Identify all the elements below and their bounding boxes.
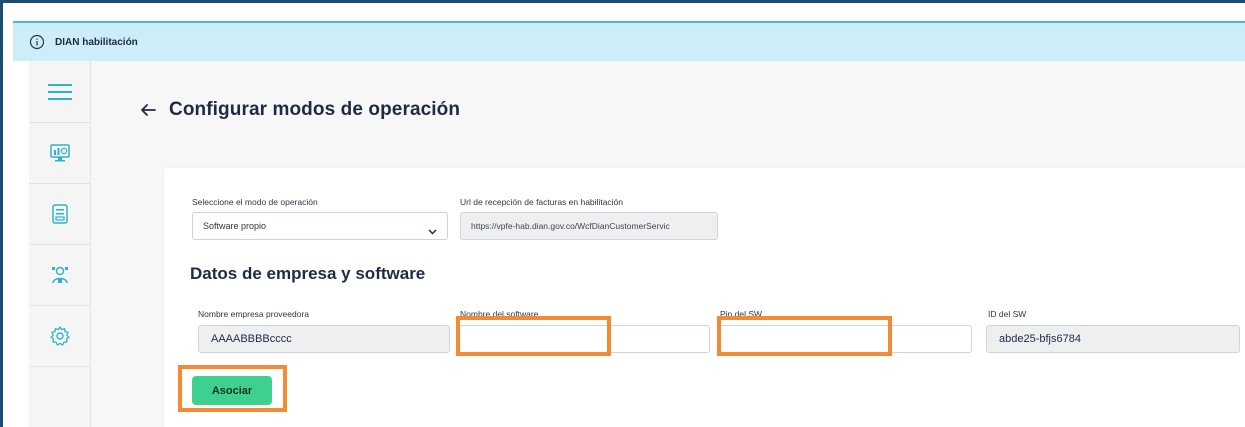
operation-mode-card: Seleccione el modo de operación Software… <box>164 168 1245 427</box>
software-name-label: Nombre del software <box>460 309 539 319</box>
page-title: Configurar modos de operación <box>169 99 461 120</box>
gear-icon <box>49 325 71 347</box>
sidebar-item-users[interactable] <box>29 245 90 306</box>
sidebar-menu-toggle[interactable] <box>29 61 90 123</box>
associate-button[interactable]: Asociar <box>192 376 272 405</box>
hamburger-menu-icon[interactable] <box>47 82 73 102</box>
section-title: Datos de empresa y software <box>190 264 426 283</box>
provider-label: Nombre empresa proveedora <box>198 309 310 319</box>
mode-label: Seleccione el modo de operación <box>192 197 318 207</box>
arrow-left-icon[interactable] <box>139 101 157 119</box>
environment-label: DIAN habilitación <box>55 36 138 48</box>
url-label: Url de recepción de facturas en habilita… <box>460 197 624 207</box>
operation-mode-value: Software propio <box>203 221 267 231</box>
info-icon <box>29 34 45 50</box>
app-window: DIAN habilitación Configurar modos de op… <box>0 0 1245 427</box>
sidebar-item-settings[interactable] <box>29 306 90 367</box>
chevron-down-icon <box>428 223 437 235</box>
sw-id-label: ID del SW <box>988 309 1027 319</box>
monitor-dashboard-icon <box>49 142 71 164</box>
document-icon <box>49 203 71 225</box>
sidebar-item-documents[interactable] <box>29 184 90 245</box>
sidebar <box>29 61 91 427</box>
main-content: Configurar modos de operación Seleccione… <box>91 61 1245 427</box>
reception-url-field: https://vpfe-hab.dian.gov.co/WcfDianCust… <box>460 212 718 240</box>
page-header: Configurar modos de operación <box>139 99 460 121</box>
reception-url-value: https://vpfe-hab.dian.gov.co/WcfDianCust… <box>471 221 670 231</box>
environment-banner: DIAN habilitación <box>13 21 1245 61</box>
provider-name-field: AAAABBBBcccc <box>198 325 450 353</box>
sidebar-item-dashboard[interactable] <box>29 123 90 184</box>
operation-mode-select[interactable]: Software propio <box>192 212 448 240</box>
sw-pin-input[interactable] <box>718 325 972 353</box>
software-name-input[interactable] <box>458 325 710 353</box>
sw-id-field: abde25-bfjs6784 <box>986 325 1240 353</box>
user-settings-icon <box>49 264 71 286</box>
pin-label: Pin del SW <box>720 309 763 319</box>
